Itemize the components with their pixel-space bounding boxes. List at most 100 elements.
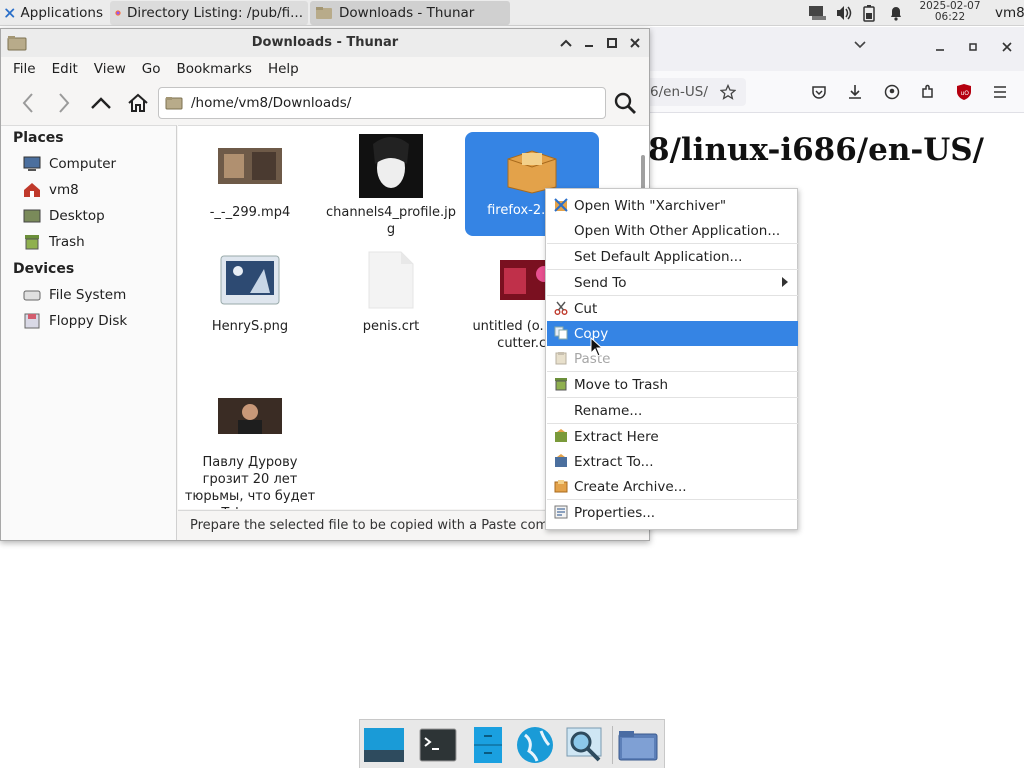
file-item[interactable]: penis.crt [323, 248, 459, 335]
search-button[interactable] [609, 89, 641, 117]
sidebar-item-trash[interactable]: Trash [23, 231, 85, 253]
trash-icon [25, 235, 39, 250]
arrow-right-icon [59, 93, 70, 113]
notification-bell-icon[interactable] [888, 0, 904, 26]
menu-item-send-to[interactable]: Send To [547, 270, 798, 295]
menu-item-extract-here[interactable]: Extract Here [547, 424, 798, 449]
taskbar-item-label: Downloads - Thunar [339, 5, 475, 21]
menu-item-set-default[interactable]: Set Default Application... [547, 244, 798, 269]
sidebar-item-computer[interactable]: Computer [23, 153, 116, 175]
menu-item-cut[interactable]: Cut [547, 296, 798, 321]
menu-item-copy[interactable]: Copy [547, 321, 798, 346]
dock-terminal[interactable] [416, 724, 460, 766]
dock-show-desktop[interactable] [362, 724, 406, 766]
maximize-button[interactable] [602, 33, 622, 53]
devices-heading: Devices [13, 261, 75, 277]
menu-go[interactable]: Go [134, 61, 169, 77]
submenu-arrow-icon [782, 277, 788, 287]
network-icon[interactable] [806, 0, 828, 26]
menu-item-create-archive[interactable]: Create Archive... [547, 474, 798, 499]
taskbar-item-firefox[interactable]: Directory Listing: /pub/fi... [110, 1, 308, 25]
file-name: HenryS.png [211, 319, 289, 334]
volume-icon[interactable] [835, 0, 853, 26]
dock [359, 719, 665, 768]
dock-web-browser[interactable] [513, 724, 557, 766]
menu-item-open-with-xarchiver[interactable]: Open With "Xarchiver" [547, 193, 798, 218]
menu-item-open-with-other[interactable]: Open With Other Application... [547, 218, 798, 243]
user-menu[interactable]: vm8 [993, 0, 1024, 26]
menu-item-label: Send To [574, 274, 627, 291]
close-icon [630, 38, 640, 48]
bookmark-star-icon[interactable] [720, 84, 736, 100]
browser-urlbar[interactable]: 6/en-US/ [650, 78, 746, 106]
home-button[interactable] [123, 89, 153, 117]
account-icon[interactable] [884, 84, 900, 104]
sidebar-item-label: File System [49, 287, 127, 303]
menu-bar: File Edit View Go Bookmarks Help [1, 57, 649, 81]
applications-label: Applications [20, 5, 103, 21]
taskbar-item-thunar[interactable]: Downloads - Thunar [310, 1, 510, 25]
menu-item-paste[interactable]: Paste [547, 346, 798, 371]
dock-folder[interactable] [616, 724, 660, 766]
menu-bookmarks[interactable]: Bookmarks [169, 61, 260, 77]
location-path: /home/vm8/Downloads/ [191, 95, 352, 111]
menu-item-properties[interactable]: Properties... [547, 500, 798, 525]
pocket-icon[interactable] [811, 84, 827, 104]
extensions-icon[interactable] [920, 84, 936, 104]
properties-icon [554, 505, 568, 519]
arrow-left-icon [22, 93, 33, 113]
hamburger-menu-icon[interactable] [992, 85, 1008, 103]
location-bar[interactable]: /home/vm8/Downloads/ [158, 87, 606, 119]
trash-icon [555, 378, 567, 391]
file-item[interactable]: -_-_299.mp4 [182, 134, 318, 221]
sidebar-item-file-system[interactable]: File System [23, 284, 126, 306]
file-item[interactable]: channels4_profile.jpg [323, 134, 459, 238]
menu-item-move-to-trash[interactable]: Move to Trash [547, 372, 798, 397]
menu-item-rename[interactable]: Rename... [547, 398, 798, 423]
browser-minimize-icon[interactable] [934, 41, 946, 57]
menu-help[interactable]: Help [260, 61, 307, 77]
top-panel: Applications Directory Listing: /pub/fi.… [0, 0, 1024, 26]
sidebar-item-vm8[interactable]: vm8 [23, 179, 79, 201]
close-button[interactable] [625, 33, 645, 53]
menu-view[interactable]: View [86, 61, 134, 77]
file-item[interactable]: HenryS.png [182, 248, 318, 335]
document-icon [359, 248, 423, 312]
browser-maximize-icon[interactable] [967, 41, 979, 57]
battery-icon[interactable] [862, 0, 876, 26]
list-tabs-icon[interactable] [853, 39, 867, 54]
menu-item-extract-to[interactable]: Extract To... [547, 449, 798, 474]
parent-folder-button[interactable] [86, 89, 116, 117]
menu-item-label: Extract Here [574, 428, 659, 445]
terminal-icon [419, 728, 457, 762]
forward-button[interactable] [49, 89, 79, 117]
menu-file[interactable]: File [5, 61, 44, 77]
menu-item-label: Move to Trash [574, 376, 669, 393]
file-item[interactable]: Павлу Дурову грозит 20 лет тюрьмы, что б… [182, 384, 318, 509]
sidebar-item-floppy-disk[interactable]: Floppy Disk [23, 310, 127, 332]
shade-button[interactable] [556, 33, 576, 53]
dock-file-manager[interactable] [466, 724, 510, 766]
firefox-icon [115, 10, 121, 16]
sidebar-item-desktop[interactable]: Desktop [23, 205, 105, 227]
computer-icon [23, 156, 41, 171]
ublock-icon[interactable]: uO [956, 83, 972, 105]
extract-to-icon [555, 454, 567, 467]
menu-edit[interactable]: Edit [44, 61, 86, 77]
copy-icon [554, 326, 568, 340]
menu-item-label: Create Archive... [574, 478, 687, 495]
minimize-button[interactable] [579, 33, 599, 53]
video-thumbnail [218, 384, 282, 448]
applications-menu-button[interactable]: Applications [0, 0, 108, 26]
mouse-pointer-icon [590, 337, 604, 357]
title-bar[interactable]: Downloads - Thunar [1, 29, 649, 57]
xarchiver-icon [554, 198, 568, 212]
browser-close-icon[interactable] [1001, 41, 1013, 57]
back-button[interactable] [13, 89, 43, 117]
clock[interactable]: 2025-02-07 06:22 [908, 1, 992, 23]
downloads-icon[interactable] [847, 84, 863, 104]
arrow-up-icon [91, 97, 111, 109]
dock-app-finder[interactable] [562, 724, 606, 766]
archive-icon [554, 480, 568, 493]
video-thumbnail [218, 134, 282, 198]
